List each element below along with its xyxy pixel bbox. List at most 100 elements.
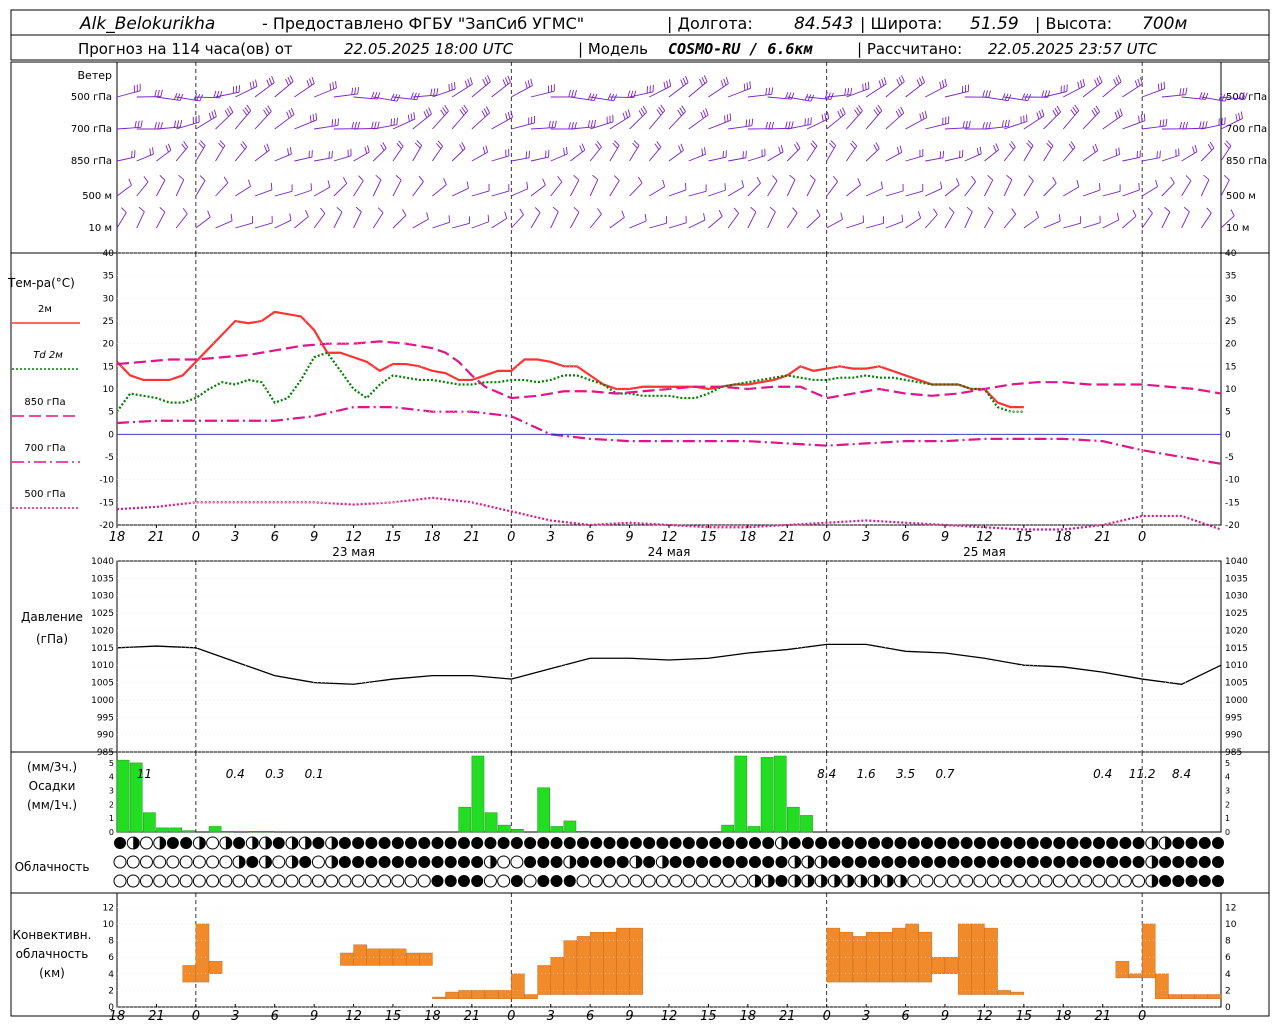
cloud-half-fill (821, 875, 827, 887)
wind-barb-shaft (787, 213, 797, 228)
wind-barb-feather (622, 211, 625, 218)
wind-barb-shaft (728, 88, 750, 97)
wind-barb (393, 141, 403, 161)
meteogram: Alk_Belokurikha - Предоставлено ФГБУ "За… (0, 0, 1280, 1024)
conv-ytick-right: 10 (1225, 920, 1237, 930)
cloudiness-symbols (114, 837, 1224, 887)
wind-barb-feather (977, 148, 978, 155)
wind-barb-shaft (1083, 112, 1100, 129)
time-tick-label: 3 (862, 530, 870, 545)
cloud-half-fill (887, 875, 893, 887)
wind-barb-feather (683, 78, 686, 84)
wind-barb-feather (851, 88, 852, 95)
wind-barb (945, 150, 963, 161)
wind-level-label-left: 500 м (82, 191, 112, 202)
cloud-symbol (709, 875, 721, 887)
wind-barb-feather (655, 144, 659, 150)
wind-barb-shaft (1063, 187, 1078, 196)
wind-barb-feather (575, 122, 577, 129)
cloud-symbol (1199, 856, 1211, 868)
wind-barb-shaft (334, 94, 358, 97)
wind-barb (492, 111, 513, 129)
conv-bar (1155, 974, 1168, 999)
wind-barb-feather (966, 121, 967, 128)
cloud-symbol (1106, 875, 1118, 887)
precip-ytick-right: 0 (1225, 828, 1230, 837)
cloud-symbol (1106, 856, 1118, 868)
wind-barb-feather (343, 177, 346, 183)
time-tick-label: 9 (625, 1009, 633, 1024)
wind-barb-shaft (1122, 84, 1142, 97)
conv-ytick-left: 12 (103, 903, 114, 913)
cloud-symbol (577, 837, 589, 849)
wind-barb (137, 176, 148, 196)
cloud-overcast-circle (908, 856, 920, 868)
pressure-ytick-right: 1000 (1225, 696, 1248, 706)
cloud-clear-circle (723, 875, 735, 887)
time-tick-label: 21 (464, 530, 481, 545)
wind-barb-feather (1048, 141, 1053, 146)
wind-barb-feather (184, 141, 188, 147)
wind-barb (1142, 82, 1165, 97)
wind-barb-feather (355, 87, 356, 94)
wind-barb (728, 208, 739, 228)
wind-barb (235, 105, 250, 129)
conv-bar (603, 932, 616, 994)
wind-barb-shaft (984, 180, 992, 196)
wind-barb-shaft (787, 180, 795, 196)
cloud-clear-circle (140, 856, 152, 868)
cloud-symbol (590, 875, 602, 887)
wind-barb-feather (160, 207, 165, 212)
wind-barb (846, 215, 863, 228)
wind-barb-feather (1078, 82, 1080, 89)
wind-barb-feather (376, 175, 381, 180)
wind-barb-feather (569, 122, 571, 129)
wind-barb-shaft (492, 191, 509, 196)
wind-barb (413, 88, 438, 97)
wind-barb (807, 112, 829, 129)
precip-bar (183, 831, 195, 832)
wind-barb (156, 120, 181, 129)
cloud-symbol (167, 837, 179, 849)
wind-barb-feather (1117, 110, 1119, 117)
wind-barb-shaft (354, 212, 362, 228)
cloud-overcast-circle (1053, 856, 1065, 868)
wind-barb-shaft (649, 111, 664, 129)
conv-bar (472, 990, 485, 998)
wind-barb-feather (288, 148, 289, 155)
wind-barb (827, 88, 852, 97)
wind-barb-feather (307, 80, 309, 87)
cloud-overcast-circle (551, 875, 563, 887)
wind-barb-shaft (1063, 111, 1078, 129)
conv-panel-frame (117, 893, 1221, 1007)
pressure-ytick-left: 1010 (91, 661, 114, 671)
wind-barb (827, 140, 836, 161)
conv-bar (1182, 995, 1195, 999)
wind-barb-feather (986, 90, 988, 97)
wind-barb-feather (1192, 147, 1194, 154)
wind-level-label-left: 700 гПа (71, 124, 112, 135)
conv-bar (853, 936, 866, 982)
cloud-overcast-circle (974, 856, 986, 868)
wind-barb-feather (785, 92, 787, 99)
wind-barb-feather (1057, 106, 1060, 112)
cloud-overcast-circle (1212, 837, 1224, 849)
wind-barb-feather (1042, 90, 1044, 97)
cloud-symbol (458, 875, 470, 887)
cloud-clear-circle (1066, 875, 1078, 887)
wind-barb (117, 150, 135, 161)
wind-level-label-right: 500 м (1226, 191, 1256, 202)
cloud-half-fill (160, 837, 166, 849)
wind-barb-shaft (1044, 183, 1057, 196)
cloud-clear-circle (498, 856, 510, 868)
cloud-symbol (431, 875, 443, 887)
conv-bar (1168, 995, 1181, 999)
wind-barb-feather (645, 214, 646, 221)
wind-barb-feather (368, 145, 370, 152)
cloud-overcast-circle (974, 837, 986, 849)
wind-barb (551, 147, 568, 161)
cloud-clear-circle (207, 875, 219, 887)
wind-barb-shaft (235, 111, 250, 129)
wind-barb-feather (1135, 80, 1137, 87)
cloud-symbol (1159, 856, 1171, 868)
